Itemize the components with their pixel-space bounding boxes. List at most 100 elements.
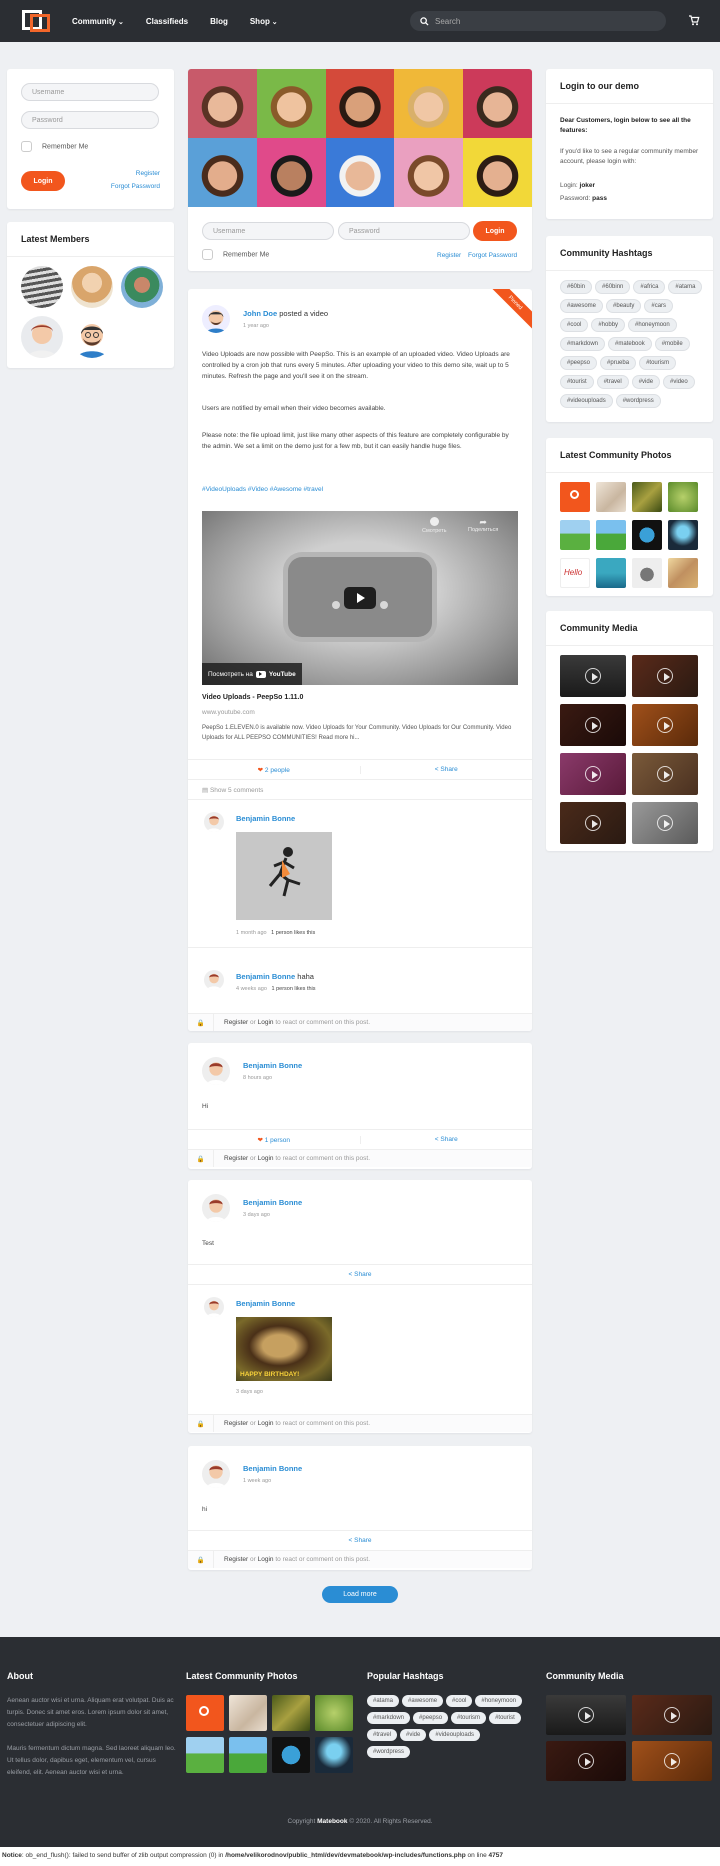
video-thumb[interactable] (560, 802, 626, 844)
guest-login-link[interactable]: Login (258, 1420, 274, 1427)
cart-icon[interactable] (688, 14, 700, 26)
member-avatar[interactable] (21, 316, 63, 358)
hashtag[interactable]: #awesome (560, 299, 604, 313)
video-thumb[interactable] (632, 704, 698, 746)
share-button[interactable]: < Share (188, 1271, 532, 1278)
login-button[interactable]: Login (21, 171, 65, 191)
comment-image[interactable]: HAPPY BIRTHDAY! (236, 1317, 332, 1381)
photo-thumb[interactable] (632, 482, 662, 512)
photo-thumb[interactable] (596, 520, 626, 550)
photo-thumb[interactable] (632, 558, 662, 588)
site-logo[interactable] (20, 8, 54, 34)
member-avatar[interactable] (71, 316, 113, 358)
author-avatar[interactable] (202, 1460, 230, 1488)
hashtag[interactable]: #matebook (608, 337, 652, 351)
guest-login-link[interactable]: Login (258, 1019, 274, 1026)
likes-button[interactable]: ❤ 1 person (188, 1135, 361, 1144)
footer-hashtag[interactable]: #wordpress (367, 1746, 411, 1758)
youtube-embed[interactable]: Смотреть ➦ Поделиться Посмотреть на YouTu… (202, 511, 518, 685)
post-author[interactable]: Benjamin Bonne (243, 1464, 302, 1473)
post-time[interactable]: 3 days ago (243, 1212, 270, 1218)
share-button[interactable]: < Share (188, 1537, 532, 1544)
footer-photo-thumb[interactable] (186, 1695, 224, 1731)
footer-hashtag[interactable]: #awesome (402, 1695, 444, 1707)
member-avatar[interactable] (121, 266, 163, 308)
footer-video-thumb[interactable] (546, 1741, 626, 1781)
photo-thumb[interactable] (668, 520, 698, 550)
footer-photo-thumb[interactable] (272, 1695, 310, 1731)
author-avatar[interactable] (202, 305, 230, 333)
video-url[interactable]: www.youtube.com (202, 709, 255, 716)
footer-photo-thumb[interactable] (272, 1737, 310, 1773)
hashtag[interactable]: #vide (631, 375, 661, 389)
hashtag[interactable]: #peepso (560, 356, 598, 370)
post-author[interactable]: Benjamin Bonne (243, 1061, 302, 1070)
likes-button[interactable]: ❤ 2 people (188, 765, 361, 774)
guest-login-link[interactable]: Login (258, 1556, 274, 1563)
search-input[interactable]: Search (410, 11, 666, 31)
hashtag[interactable]: #60bin (560, 280, 593, 294)
footer-hashtag[interactable]: #cool (446, 1695, 473, 1707)
hero-username-field[interactable]: Username (202, 222, 334, 240)
footer-video-thumb[interactable] (632, 1695, 712, 1735)
hero-remember-checkbox[interactable] (202, 249, 213, 260)
footer-brand-link[interactable]: Matebook (317, 1818, 347, 1825)
password-field[interactable]: Password (21, 111, 159, 129)
video-thumb[interactable] (632, 753, 698, 795)
hero-register-link[interactable]: Register (437, 252, 461, 259)
guest-register-link[interactable]: Register (224, 1420, 248, 1427)
post-author[interactable]: John Doe (243, 309, 277, 318)
video-thumb[interactable] (560, 655, 626, 697)
hashtag[interactable]: #videouploads (560, 394, 613, 408)
hashtag[interactable]: #tourist (560, 375, 594, 389)
footer-hashtag[interactable]: #atama (367, 1695, 400, 1707)
hero-login-button[interactable]: Login (473, 221, 517, 241)
author-avatar[interactable] (202, 1057, 230, 1085)
hashtag[interactable]: #cool (560, 318, 589, 332)
username-field[interactable]: Username (21, 83, 159, 101)
footer-hashtag[interactable]: #videouploads (429, 1729, 481, 1741)
comment-author[interactable]: Benjamin Bonne (236, 814, 295, 823)
hero-password-field[interactable]: Password (338, 222, 470, 240)
hashtag[interactable]: #travel (596, 375, 629, 389)
guest-register-link[interactable]: Register (224, 1019, 248, 1026)
hashtag[interactable]: #video (663, 375, 695, 389)
hashtag[interactable]: #60binn (595, 280, 631, 294)
hashtag[interactable]: #honeymoon (628, 318, 677, 332)
hero-forgot-password-link[interactable]: Forgot Password (468, 252, 517, 259)
comment-author[interactable]: Benjamin Bonne (236, 972, 295, 981)
comment-likes[interactable]: 1 person likes this (271, 930, 315, 936)
post-time[interactable]: 1 year ago (243, 323, 269, 329)
remember-checkbox[interactable] (21, 141, 32, 152)
yt-share[interactable]: ➦ Поделиться (468, 517, 498, 533)
author-avatar[interactable] (202, 1194, 230, 1222)
hashtag[interactable]: #tourism (639, 356, 677, 370)
member-avatar[interactable] (71, 266, 113, 308)
video-title[interactable]: Video Uploads - PeepSo 1.11.0 (202, 694, 303, 701)
photo-thumb[interactable] (668, 558, 698, 588)
video-thumb[interactable] (560, 704, 626, 746)
video-thumb[interactable] (632, 802, 698, 844)
share-button[interactable]: < Share (361, 766, 533, 773)
footer-hashtag[interactable]: #vide (400, 1729, 427, 1741)
comment-time[interactable]: 3 days ago (236, 1389, 263, 1395)
footer-hashtag[interactable]: #markdown (367, 1712, 411, 1724)
guest-register-link[interactable]: Register (224, 1556, 248, 1563)
footer-photo-thumb[interactable] (229, 1695, 267, 1731)
footer-photo-thumb[interactable] (229, 1737, 267, 1773)
footer-hashtag[interactable]: #tourist (489, 1712, 521, 1724)
video-thumb[interactable] (560, 753, 626, 795)
load-more-button[interactable]: Load more (322, 1586, 398, 1603)
comment-avatar[interactable] (204, 970, 224, 990)
post-time[interactable]: 8 hours ago (243, 1075, 272, 1081)
nav-classifieds[interactable]: Classifieds (146, 17, 188, 26)
photo-thumb[interactable] (596, 482, 626, 512)
nav-blog[interactable]: Blog (210, 17, 228, 26)
member-avatar[interactable] (21, 266, 63, 308)
footer-hashtag[interactable]: #travel (367, 1729, 398, 1741)
hashtag[interactable]: #wordpress (615, 394, 661, 408)
footer-photo-thumb[interactable] (186, 1737, 224, 1773)
yt-watch-on[interactable]: Посмотреть на YouTube (202, 663, 302, 685)
comment-author[interactable]: Benjamin Bonne (236, 1299, 295, 1308)
hashtag[interactable]: #prueba (600, 356, 637, 370)
